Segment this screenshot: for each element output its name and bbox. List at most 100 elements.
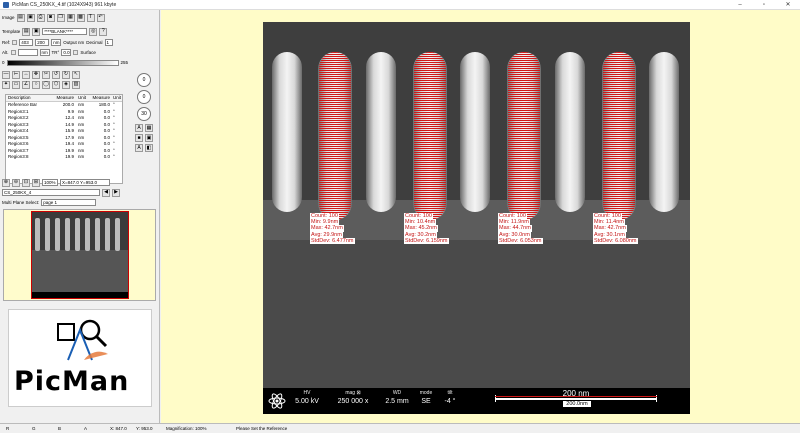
fill-tool-icon[interactable]: ▥ xyxy=(72,80,80,89)
undo-icon[interactable]: ↶ xyxy=(96,13,105,22)
feature-1 xyxy=(272,52,302,212)
zoom-actual-icon[interactable]: ⊞ xyxy=(32,178,40,187)
color-picker-icon[interactable]: ▣ xyxy=(145,134,153,142)
wd-label: WD xyxy=(392,390,402,396)
line-tool-icon[interactable]: ― xyxy=(2,70,10,79)
file-select[interactable]: CS_250KX_4 xyxy=(2,189,100,196)
text-style-icon[interactable]: A xyxy=(135,144,143,152)
measurement-overlay-3[interactable] xyxy=(508,52,540,220)
template-select[interactable]: ****BLANK**** xyxy=(42,28,88,35)
font-icon[interactable]: A xyxy=(135,124,143,132)
table-row[interactable]: Region3:8 19.9 nm 0.0 ° xyxy=(6,154,122,161)
file-row: CS_250KX_4 ◀ ▶ xyxy=(2,188,120,197)
tr-label: TR° xyxy=(51,50,60,55)
tilt-gauge[interactable]: 0 xyxy=(137,90,151,104)
control-panel: Image ▤ ▣ ⎙ ◙ ❐ ▦ ▩ T ↶ Template ▤ ▣ ***… xyxy=(0,10,160,423)
status-a: A xyxy=(84,426,88,431)
decimal-select[interactable]: 1 xyxy=(104,39,113,46)
stat-max: Max: 44.7nm xyxy=(498,225,532,232)
paste-icon[interactable]: ▦ xyxy=(66,13,75,22)
zoom-in-icon[interactable]: ⊕ xyxy=(2,178,10,187)
zoom-fit-icon[interactable]: ⊡ xyxy=(22,178,30,187)
measurement-overlay-4[interactable] xyxy=(603,52,635,220)
tilt-value: -4 ° xyxy=(444,398,456,405)
alt-checkbox[interactable] xyxy=(10,50,16,55)
logo-text: PicMan xyxy=(14,366,130,397)
header-measure-2[interactable]: Measure xyxy=(90,95,112,101)
measurement-label-1: Count: 100 Min: 9.9nm Max: 42.7nm Avg: 2… xyxy=(310,213,364,245)
zoom-out-icon[interactable]: ⊖ xyxy=(12,178,20,187)
image-toolbar: Image ▤ ▣ ⎙ ◙ ❐ ▦ ▩ T ↶ xyxy=(2,13,105,22)
angle-tool-icon[interactable]: ∠ xyxy=(22,80,30,89)
header-measure[interactable]: Measure xyxy=(56,95,76,101)
angle-gauge[interactable]: 30 xyxy=(137,107,151,121)
help-icon[interactable]: ? xyxy=(99,27,108,36)
surface-checkbox[interactable] xyxy=(73,50,79,55)
prev-file-icon[interactable]: ◀ xyxy=(102,188,110,197)
zoom-field[interactable]: 100% xyxy=(42,179,58,186)
mode-label: mode xyxy=(419,390,433,396)
region-tool-icon[interactable]: ◈ xyxy=(62,80,70,89)
minimize-button[interactable]: – xyxy=(728,0,752,10)
polygon-tool-icon[interactable]: ⬡ xyxy=(52,80,60,89)
status-x: X: 847.0 xyxy=(110,426,127,431)
grayscale-slider[interactable] xyxy=(6,59,119,66)
thumbnail-svg xyxy=(32,212,128,298)
feature-5 xyxy=(649,52,679,212)
rotate-left-icon[interactable]: ↺ xyxy=(52,70,60,79)
cell-unit: nm xyxy=(78,154,85,159)
save-icon[interactable]: ▣ xyxy=(26,13,35,22)
header-unit[interactable]: Unit xyxy=(76,95,90,101)
copy-icon[interactable]: ❐ xyxy=(56,13,65,22)
circle-tool-icon[interactable]: ○ xyxy=(32,80,40,89)
rotation-gauge[interactable]: 0 xyxy=(137,73,151,87)
alt-unit-select[interactable]: nm xyxy=(39,49,50,56)
alt-row: Alt. nm TR° 0.0 Surface xyxy=(2,48,96,57)
move-tool-icon[interactable]: ✥ xyxy=(32,70,40,79)
template-save-icon[interactable]: ▣ xyxy=(32,27,41,36)
measurement-overlay-1[interactable] xyxy=(319,52,351,220)
next-file-icon[interactable]: ▶ xyxy=(112,188,120,197)
template-open-icon[interactable]: ▤ xyxy=(22,27,31,36)
measurement-overlay-2[interactable] xyxy=(414,52,446,220)
text-icon[interactable]: T xyxy=(86,13,95,22)
rotate-right-icon[interactable]: ↻ xyxy=(62,70,70,79)
color-icon[interactable]: ■ xyxy=(135,134,143,142)
grid-icon[interactable]: ▦ xyxy=(145,124,153,132)
arrow-tool-icon[interactable]: ↔ xyxy=(22,70,30,79)
print-icon[interactable]: ⎙ xyxy=(36,13,45,22)
rect-tool-icon[interactable]: ▭ xyxy=(12,80,20,89)
reference-bar-line[interactable] xyxy=(495,396,657,397)
image-settings-icon[interactable]: ▩ xyxy=(76,13,85,22)
threshold-row: 0 255 xyxy=(2,58,128,67)
ref-x-field[interactable]: 403 xyxy=(19,39,34,46)
reference-bar-label: 200.0nm xyxy=(563,401,591,407)
ellipse-tool-icon[interactable]: ◯ xyxy=(42,80,50,89)
open-icon[interactable]: ▤ xyxy=(16,13,25,22)
multiplane-select[interactable]: page 1 xyxy=(41,199,97,206)
tr-field[interactable]: 0.0 xyxy=(61,49,72,56)
thumbnail-image[interactable] xyxy=(31,211,129,299)
ref-checkbox[interactable] xyxy=(12,40,18,45)
ref-y-field[interactable]: 200 xyxy=(35,39,50,46)
maximize-button[interactable]: ▫ xyxy=(752,0,776,10)
caliper-tool-icon[interactable]: ⊢ xyxy=(12,70,20,79)
zoom-row: ⊕ ⊖ ⊡ ⊞ 100% X=847.0 Y=953.0 xyxy=(2,178,110,187)
cursor-icon[interactable]: ↖ xyxy=(72,70,80,79)
close-button[interactable]: ✕ xyxy=(776,0,800,10)
measurement-label-4: Count: 100 Min: 11.4nm Max: 42.7nm Avg: … xyxy=(593,213,647,245)
app-icon xyxy=(3,1,9,8)
coords-field: X=847.0 Y=953.0 xyxy=(60,179,110,186)
target-icon[interactable]: ◎ xyxy=(89,27,98,36)
ref-unit-select[interactable]: nm xyxy=(51,39,62,46)
scale-bar-line xyxy=(495,398,657,400)
cut-icon[interactable]: ✂ xyxy=(42,70,50,79)
header-description[interactable]: Description xyxy=(6,95,56,101)
pointer-tool-icon[interactable]: ✦ xyxy=(2,80,10,89)
header-unit-2[interactable]: Unit xyxy=(112,95,122,101)
slider-min-label: 0 xyxy=(2,60,5,65)
feature-2 xyxy=(366,52,396,212)
camera-icon[interactable]: ◙ xyxy=(46,13,55,22)
alt-field[interactable] xyxy=(17,49,38,56)
layer-icon[interactable]: ◧ xyxy=(145,144,153,152)
